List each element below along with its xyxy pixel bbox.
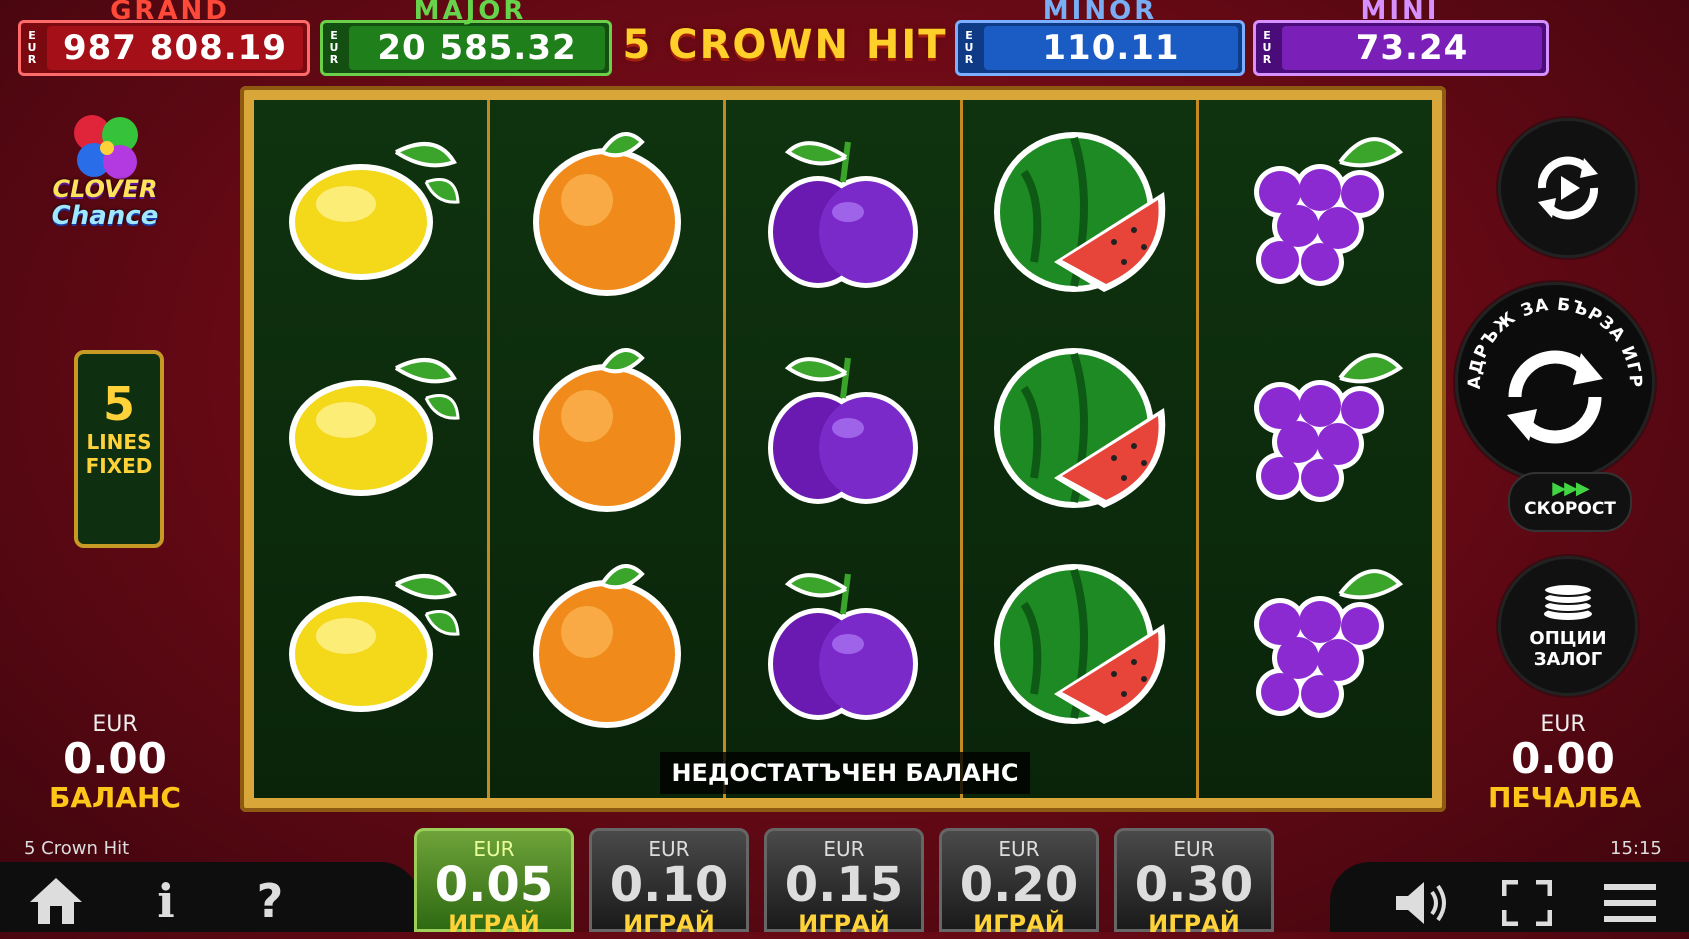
plum-symbol <box>748 328 938 518</box>
bet-value: 0.15 <box>784 857 904 913</box>
lines-number: 5 <box>102 377 135 431</box>
plum-symbol <box>748 112 938 302</box>
jackpot-mini-title: MINI <box>1360 0 1440 26</box>
reel-1 <box>254 100 491 798</box>
lemon-symbol <box>276 544 466 734</box>
bet-label: ИГРАЙ <box>973 910 1065 938</box>
grapes-symbol <box>1220 112 1410 302</box>
speed-button[interactable]: ▶▶▶ СКОРОСТ <box>1508 472 1632 532</box>
bet-value: 0.05 <box>434 857 554 913</box>
orange-symbol <box>512 328 702 518</box>
jackpot-grand-title: GRAND <box>110 0 230 26</box>
win-panel: EUR 0.00 ПЕЧАЛБА <box>1488 712 1642 814</box>
jackpot-minor-value: 110.11 <box>984 26 1238 70</box>
lemon-symbol <box>276 112 466 302</box>
win-value: 0.00 <box>1511 734 1615 783</box>
home-button[interactable] <box>28 876 84 926</box>
bet-label: ИГРАЙ <box>623 910 715 938</box>
bet-options-line1: ОПЦИИ <box>1529 628 1607 649</box>
jackpot-grand-currency: EUR <box>27 29 37 66</box>
jackpot-mini: EUR 73.24 <box>1253 20 1549 76</box>
bet-value: 0.10 <box>609 857 729 913</box>
watermelon-symbol <box>984 112 1174 302</box>
bet-options-button[interactable]: ОПЦИИ ЗАЛОГ <box>1498 556 1638 696</box>
clock: 15:15 <box>1610 838 1662 859</box>
grapes-symbol <box>1220 328 1410 518</box>
fullscreen-icon <box>1501 879 1553 927</box>
fixed-label: FIXED <box>85 454 153 478</box>
speed-icon: ▶▶▶ <box>1552 478 1590 499</box>
autoplay-icon <box>1537 156 1599 220</box>
spin-button[interactable]: ЗАДРЪЖ ЗА БЪРЗА ИГРА <box>1455 282 1655 482</box>
sound-button[interactable] <box>1394 880 1454 926</box>
lines-fixed-badge: 5 LINES FIXED <box>74 350 164 548</box>
help-icon: ? <box>256 874 284 928</box>
bet-button-1[interactable]: EUR 0.05 ИГРАЙ <box>414 828 574 938</box>
orange-symbol <box>512 112 702 302</box>
home-icon <box>30 878 82 924</box>
game-name: 5 Crown Hit <box>24 838 130 859</box>
bet-label: ИГРАЙ <box>1148 910 1240 938</box>
jackpot-grand-value: 987 808.19 <box>47 26 303 70</box>
info-icon: i <box>157 874 175 928</box>
jackpot-grand: EUR 987 808.19 <box>18 20 310 76</box>
bet-value: 0.20 <box>959 857 1079 913</box>
sound-icon <box>1396 882 1446 924</box>
info-button[interactable]: i <box>146 876 186 926</box>
jackpot-major-title: MAJOR <box>413 0 527 26</box>
watermelon-symbol <box>984 544 1174 734</box>
win-label: ПЕЧАЛБА <box>1488 781 1642 814</box>
reel-5 <box>1198 100 1433 798</box>
insufficient-balance-message: НЕДОСТАТЪЧЕН БАЛАНС <box>660 752 1030 794</box>
autoplay-button[interactable] <box>1498 118 1638 258</box>
clover-icon <box>74 115 138 179</box>
clover-logo-line2: Chance <box>51 201 159 231</box>
jackpot-minor-title: MINOR <box>1042 0 1158 26</box>
game-logo: 5 CROWN HIT <box>622 22 948 68</box>
jackpot-mini-value: 73.24 <box>1282 26 1542 70</box>
watermelon-symbol <box>984 328 1174 518</box>
bet-options-line2: ЗАЛОГ <box>1533 649 1603 670</box>
clover-logo-line1: CLOVER <box>52 175 158 203</box>
jackpot-mini-currency: EUR <box>1262 29 1272 66</box>
bet-button-4[interactable]: EUR 0.20 ИГРАЙ <box>939 828 1099 938</box>
lemon-symbol <box>276 328 466 518</box>
menu-button[interactable] <box>1602 880 1658 926</box>
grapes-symbol <box>1220 544 1410 734</box>
jackpot-major-value: 20 585.32 <box>349 26 605 70</box>
plum-symbol <box>748 544 938 734</box>
clover-chance-logo: CLOVER Chance <box>30 105 180 240</box>
jackpot-major-currency: EUR <box>329 29 339 66</box>
balance-label: БАЛАНС <box>49 781 181 814</box>
svg-text:ЗАДРЪЖ ЗА БЪРЗА ИГРА: ЗАДРЪЖ ЗА БЪРЗА ИГРА <box>1458 285 1645 390</box>
spin-hold-text: ЗАДРЪЖ ЗА БЪРЗА ИГРА <box>1458 285 1645 390</box>
reels-area <box>254 100 1433 798</box>
bet-label: ИГРАЙ <box>448 910 540 938</box>
bet-label: ИГРАЙ <box>798 910 890 938</box>
bet-button-3[interactable]: EUR 0.15 ИГРАЙ <box>764 828 924 938</box>
bet-button-2[interactable]: EUR 0.10 ИГРАЙ <box>589 828 749 938</box>
bet-button-5[interactable]: EUR 0.30 ИГРАЙ <box>1114 828 1274 938</box>
menu-icon <box>1604 884 1656 922</box>
coins-icon <box>1543 583 1593 620</box>
orange-symbol <box>512 544 702 734</box>
bet-value: 0.30 <box>1134 857 1254 913</box>
balance-panel: EUR 0.00 БАЛАНС <box>40 712 190 814</box>
jackpot-major: EUR 20 585.32 <box>320 20 612 76</box>
jackpot-minor: EUR 110.11 <box>955 20 1245 76</box>
reel-2 <box>490 100 727 798</box>
reel-3 <box>726 100 963 798</box>
jackpot-minor-currency: EUR <box>964 29 974 66</box>
fullscreen-button[interactable] <box>1501 879 1553 927</box>
speed-label: СКОРОСТ <box>1524 499 1616 519</box>
reel-4 <box>962 100 1199 798</box>
balance-value: 0.00 <box>63 734 167 783</box>
lines-label: LINES <box>86 430 152 454</box>
help-button[interactable]: ? <box>250 876 290 926</box>
